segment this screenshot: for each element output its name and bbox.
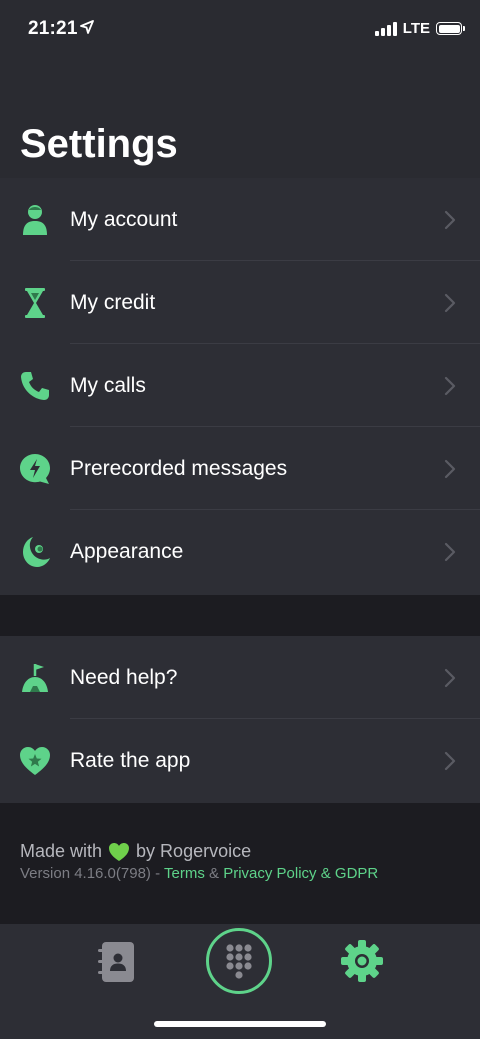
menu-item-appearance[interactable]: Appearance xyxy=(0,510,480,593)
chevron-right-icon xyxy=(444,210,456,229)
menu-item-need-help[interactable]: Need help? xyxy=(0,636,480,719)
privacy-policy-link[interactable]: Privacy Policy & GDPR xyxy=(223,865,378,882)
ampersand-text: & xyxy=(209,865,220,882)
menu-item-my-credit[interactable]: My credit xyxy=(0,261,480,344)
help-flag-icon xyxy=(18,661,52,695)
settings-group-main: My account My credit My calls Prerecorde… xyxy=(0,178,480,595)
header-area: 21:21 LTE Settings xyxy=(0,0,480,178)
chevron-right-icon xyxy=(444,542,456,561)
settings-group-support: Need help? Rate the app xyxy=(0,636,480,803)
chevron-right-icon xyxy=(444,376,456,395)
green-heart-icon xyxy=(109,842,130,861)
tab-dialpad[interactable] xyxy=(206,928,272,994)
battery-icon xyxy=(436,22,465,35)
status-bar: 21:21 LTE xyxy=(0,0,480,60)
status-time: 21:21 xyxy=(28,18,78,39)
signal-icon xyxy=(374,21,397,36)
contacts-icon xyxy=(98,942,134,982)
heart-star-icon xyxy=(18,744,52,778)
status-indicators: LTE xyxy=(374,20,465,37)
made-with-line: Made with by Rogervoice xyxy=(20,841,251,862)
tab-bar xyxy=(0,924,480,1039)
chevron-right-icon xyxy=(444,293,456,312)
terms-link[interactable]: Terms xyxy=(164,865,205,882)
menu-item-rate-the-app[interactable]: Rate the app xyxy=(0,719,480,802)
version-text: Version 4.16.0(798) xyxy=(20,865,151,882)
location-arrow-icon xyxy=(80,20,94,34)
chevron-right-icon xyxy=(444,751,456,770)
hourglass-icon xyxy=(18,286,52,320)
made-with-text: Made with xyxy=(20,841,103,861)
menu-item-label: My credit xyxy=(70,290,156,314)
tab-settings[interactable] xyxy=(340,939,384,983)
menu-item-label: Prerecorded messages xyxy=(70,456,288,480)
made-by-text: by Rogervoice xyxy=(136,841,252,861)
menu-item-my-account[interactable]: My account xyxy=(0,178,480,261)
dialpad-icon xyxy=(226,944,252,979)
version-line: Version 4.16.0(798) - Terms & Privacy Po… xyxy=(20,865,378,882)
footer: Made with by Rogervoice Version 4.16.0(7… xyxy=(0,803,480,923)
menu-item-label: Rate the app xyxy=(70,748,191,772)
menu-item-label: Need help? xyxy=(70,665,178,689)
network-label: LTE xyxy=(402,20,430,37)
menu-item-prerecorded-messages[interactable]: Prerecorded messages xyxy=(0,427,480,510)
home-indicator xyxy=(154,1021,326,1027)
lightning-bubble-icon xyxy=(18,452,52,486)
chevron-right-icon xyxy=(444,668,456,687)
settings-gear-icon xyxy=(341,940,383,982)
chevron-right-icon xyxy=(444,459,456,478)
tab-contacts[interactable] xyxy=(98,942,136,982)
person-icon xyxy=(18,203,52,237)
menu-item-my-calls[interactable]: My calls xyxy=(0,344,480,427)
menu-item-label: My calls xyxy=(70,373,146,397)
phone-icon xyxy=(18,369,52,403)
moon-icon xyxy=(18,535,52,569)
page-title: Settings xyxy=(20,122,178,166)
menu-item-label: Appearance xyxy=(70,539,184,563)
menu-item-label: My account xyxy=(70,207,178,231)
separator-text: - xyxy=(155,865,161,882)
